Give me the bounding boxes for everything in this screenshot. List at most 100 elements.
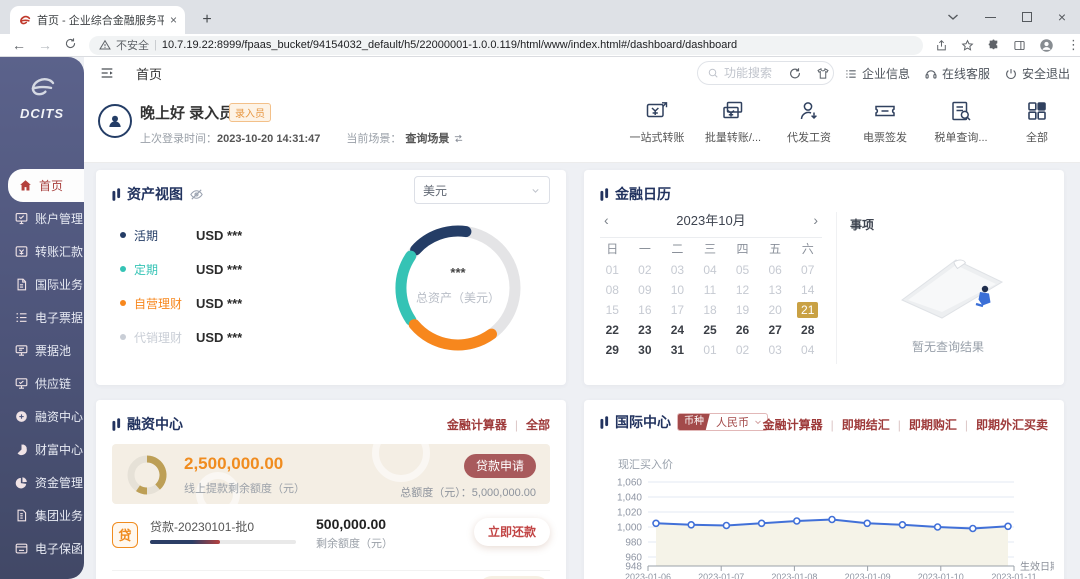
back-icon[interactable]: ← [12,37,26,53]
window-close-icon[interactable]: × [1058,12,1066,22]
bookmark-star-icon[interactable] [961,39,974,52]
sidebar-item-8[interactable]: 融资中心 [0,400,84,433]
calendar-day[interactable]: 22 [596,322,629,338]
link-2[interactable]: 全部 [526,416,550,433]
topnav-enterprise-info[interactable]: 企业信息 [844,65,910,82]
calendar-day[interactable]: 06 [759,262,792,278]
card-international-center: 国际中心 币种 人民币 金融计算器|即期结汇|即期购汇|即期外汇买卖 现汇买入价… [584,400,1064,579]
calendar-next-icon[interactable]: › [809,212,822,228]
calendar-prev-icon[interactable]: ‹ [600,212,613,228]
browser-addressbar: ← → 不安全 | 10.7.19.22:8999/fpaas_bucket/9… [0,34,1080,57]
forward-icon[interactable]: → [38,37,52,53]
extension-icon[interactable] [987,39,1000,52]
link-4[interactable]: 即期外汇买卖 [976,416,1048,433]
calendar-day[interactable]: 18 [694,302,727,318]
loan-apply-button[interactable]: 贷款申请 [464,454,536,478]
calendar-day[interactable]: 02 [629,262,662,278]
calendar-day[interactable]: 10 [661,282,694,298]
calendar-day[interactable]: 05 [726,262,759,278]
quick-action-6[interactable]: 全部 [1006,99,1068,145]
topnav-online-service[interactable]: 在线客服 [924,65,990,82]
profile-avatar-icon[interactable] [1039,38,1054,53]
repay-now-button[interactable]: 立即还款 [474,518,550,546]
sidebar-item-11[interactable]: 集团业务 [0,499,84,532]
refresh-button[interactable] [788,67,802,81]
side-panel-icon[interactable] [1013,39,1026,52]
calendar-day[interactable]: 12 [726,282,759,298]
link-2[interactable]: 即期结汇 [842,416,890,433]
calendar-day[interactable]: 31 [661,342,694,358]
quick-action-5[interactable]: 税单查询... [930,99,992,145]
calendar-day[interactable]: 29 [596,342,629,358]
new-tab-button[interactable]: + [196,9,218,31]
calendar-day[interactable]: 09 [629,282,662,298]
calendar-day[interactable]: 16 [629,302,662,318]
quick-action-2[interactable]: 批量转账/... [702,99,764,145]
calendar-day[interactable]: 04 [791,342,824,358]
calendar-day[interactable]: 01 [596,262,629,278]
window-chevron-icon[interactable] [947,13,959,21]
reload-icon[interactable] [64,37,77,53]
link-3[interactable]: 即期购汇 [909,416,957,433]
sidebar-item-1[interactable]: 首页 [8,169,84,202]
url-bar[interactable]: 不安全 | 10.7.19.22:8999/fpaas_bucket/94154… [89,36,923,55]
calendar-day[interactable]: 11 [694,282,727,298]
calendar-day[interactable]: 17 [661,302,694,318]
theme-skin-button[interactable] [816,67,830,81]
sidebar-item-2[interactable]: 账户管理 [0,202,84,235]
calendar-day[interactable]: 03 [661,262,694,278]
eye-off-icon[interactable] [189,187,204,202]
sidebar-item-9[interactable]: 财富中心 [0,433,84,466]
collapse-menu-icon[interactable] [99,65,115,81]
sidebar-item-5[interactable]: 电子票据 [0,301,84,334]
group-business-icon [14,508,29,523]
sidebar-item-3[interactable]: 转账汇款 [0,235,84,268]
window-minimize-icon[interactable] [985,17,996,18]
quick-action-1[interactable]: 一站式转账 [626,99,688,145]
calendar-day[interactable]: 08 [596,282,629,298]
link-1[interactable]: 金融计算器 [447,416,507,433]
list-icon [844,67,858,81]
calendar-day[interactable]: 21 [797,302,818,318]
sidebar-item-12[interactable]: 电子保函 [0,532,84,565]
not-secure-warning-icon[interactable] [99,39,111,51]
menu-dots-icon[interactable]: ⋮ [1067,37,1080,53]
calendar-day[interactable]: 26 [726,322,759,338]
calendar-day[interactable]: 28 [791,322,824,338]
calendar-day[interactable]: 23 [629,322,662,338]
currency-type-select[interactable]: 币种 人民币 [677,413,768,431]
calendar-day[interactable]: 24 [661,322,694,338]
window-maximize-icon[interactable] [1022,12,1032,22]
sidebar-item-label: 电子保函 [35,540,83,557]
link-1[interactable]: 金融计算器 [763,416,823,433]
switch-scene-icon[interactable] [453,133,464,144]
share-icon[interactable] [935,39,948,52]
calendar-day[interactable]: 30 [629,342,662,358]
calendar-day[interactable]: 25 [694,322,727,338]
calendar-day[interactable]: 20 [759,302,792,318]
currency-select[interactable]: 美元 [414,176,550,204]
sidebar-item-4[interactable]: 国际业务 [0,268,84,301]
quick-action-4[interactable]: 电票签发 [854,99,916,145]
legend-item: 自营理财USD *** [120,286,242,320]
app-logo[interactable]: DCITS [0,75,84,121]
sidebar-item-6[interactable]: 票据池 [0,334,84,367]
calendar-day[interactable]: 27 [759,322,792,338]
quick-action-3[interactable]: 代发工资 [778,99,840,145]
calendar-day[interactable]: 19 [726,302,759,318]
user-avatar[interactable] [98,104,132,138]
asset-view-title: 资产视图 [112,184,204,204]
calendar-day[interactable]: 02 [726,342,759,358]
calendar-day[interactable]: 13 [759,282,792,298]
calendar-day[interactable]: 07 [791,262,824,278]
sidebar-item-10[interactable]: 资金管理 [0,466,84,499]
calendar-day[interactable]: 01 [694,342,727,358]
calendar-day[interactable]: 04 [694,262,727,278]
calendar-day[interactable]: 03 [759,342,792,358]
tab-close-icon[interactable]: × [170,13,177,27]
topnav-safe-logout[interactable]: 安全退出 [1004,65,1070,82]
browser-tab[interactable]: 首页 - 企业综合金融服务平台 × [10,6,185,34]
calendar-day[interactable]: 15 [596,302,629,318]
calendar-day[interactable]: 14 [791,282,824,298]
sidebar-item-7[interactable]: 供应链 [0,367,84,400]
